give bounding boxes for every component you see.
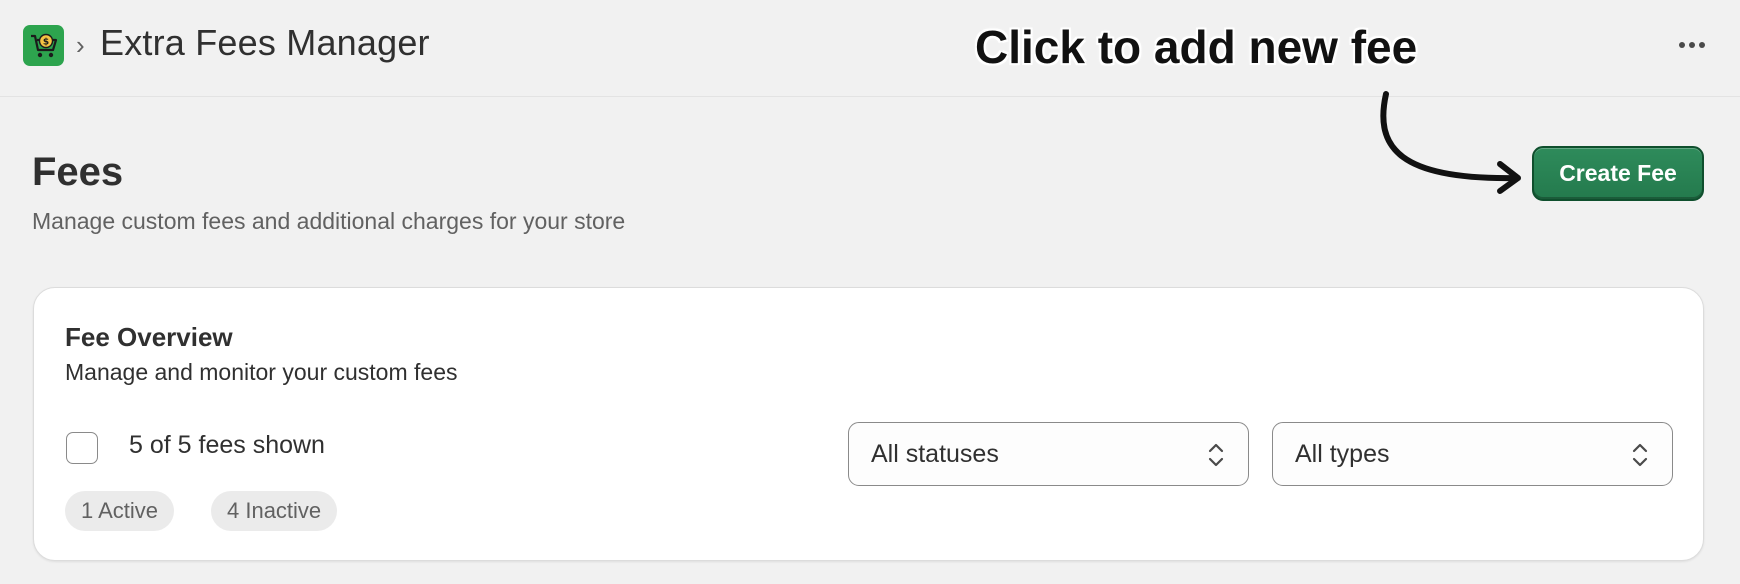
card-subtitle: Manage and monitor your custom fees: [65, 359, 458, 385]
shopping-cart-dollar-icon[interactable]: $: [23, 25, 64, 66]
select-all-checkbox[interactable]: [66, 432, 98, 464]
status-filter-value: All statuses: [871, 439, 999, 468]
page-title: Fees: [32, 150, 124, 194]
fees-count-text: 5 of 5 fees shown: [129, 431, 325, 459]
chevron-up-down-icon: [1208, 443, 1224, 467]
active-count-badge: 1 Active: [65, 491, 175, 531]
type-filter-value: All types: [1295, 439, 1390, 468]
card-title: Fee Overview: [65, 322, 233, 352]
annotation-text: Click to add new fee: [975, 21, 1418, 73]
chevron-up-down-icon: [1632, 443, 1648, 467]
page-subtitle: Manage custom fees and additional charge…: [32, 208, 626, 234]
top-bar: $ › Extra Fees Manager: [0, 0, 1740, 97]
type-filter-select[interactable]: All types: [1272, 422, 1673, 486]
app-title[interactable]: Extra Fees Manager: [100, 22, 430, 64]
svg-text:$: $: [42, 37, 48, 47]
inactive-count-badge: 4 Inactive: [211, 491, 338, 531]
create-fee-button[interactable]: Create Fee: [1532, 146, 1704, 201]
status-filter-select[interactable]: All statuses: [848, 422, 1249, 486]
fee-overview-card: Fee Overview Manage and monitor your cus…: [33, 287, 1704, 561]
breadcrumb-separator: ›: [76, 30, 85, 60]
curved-arrow-icon: [1380, 91, 1521, 194]
more-horizontal-icon[interactable]: [1668, 28, 1716, 62]
